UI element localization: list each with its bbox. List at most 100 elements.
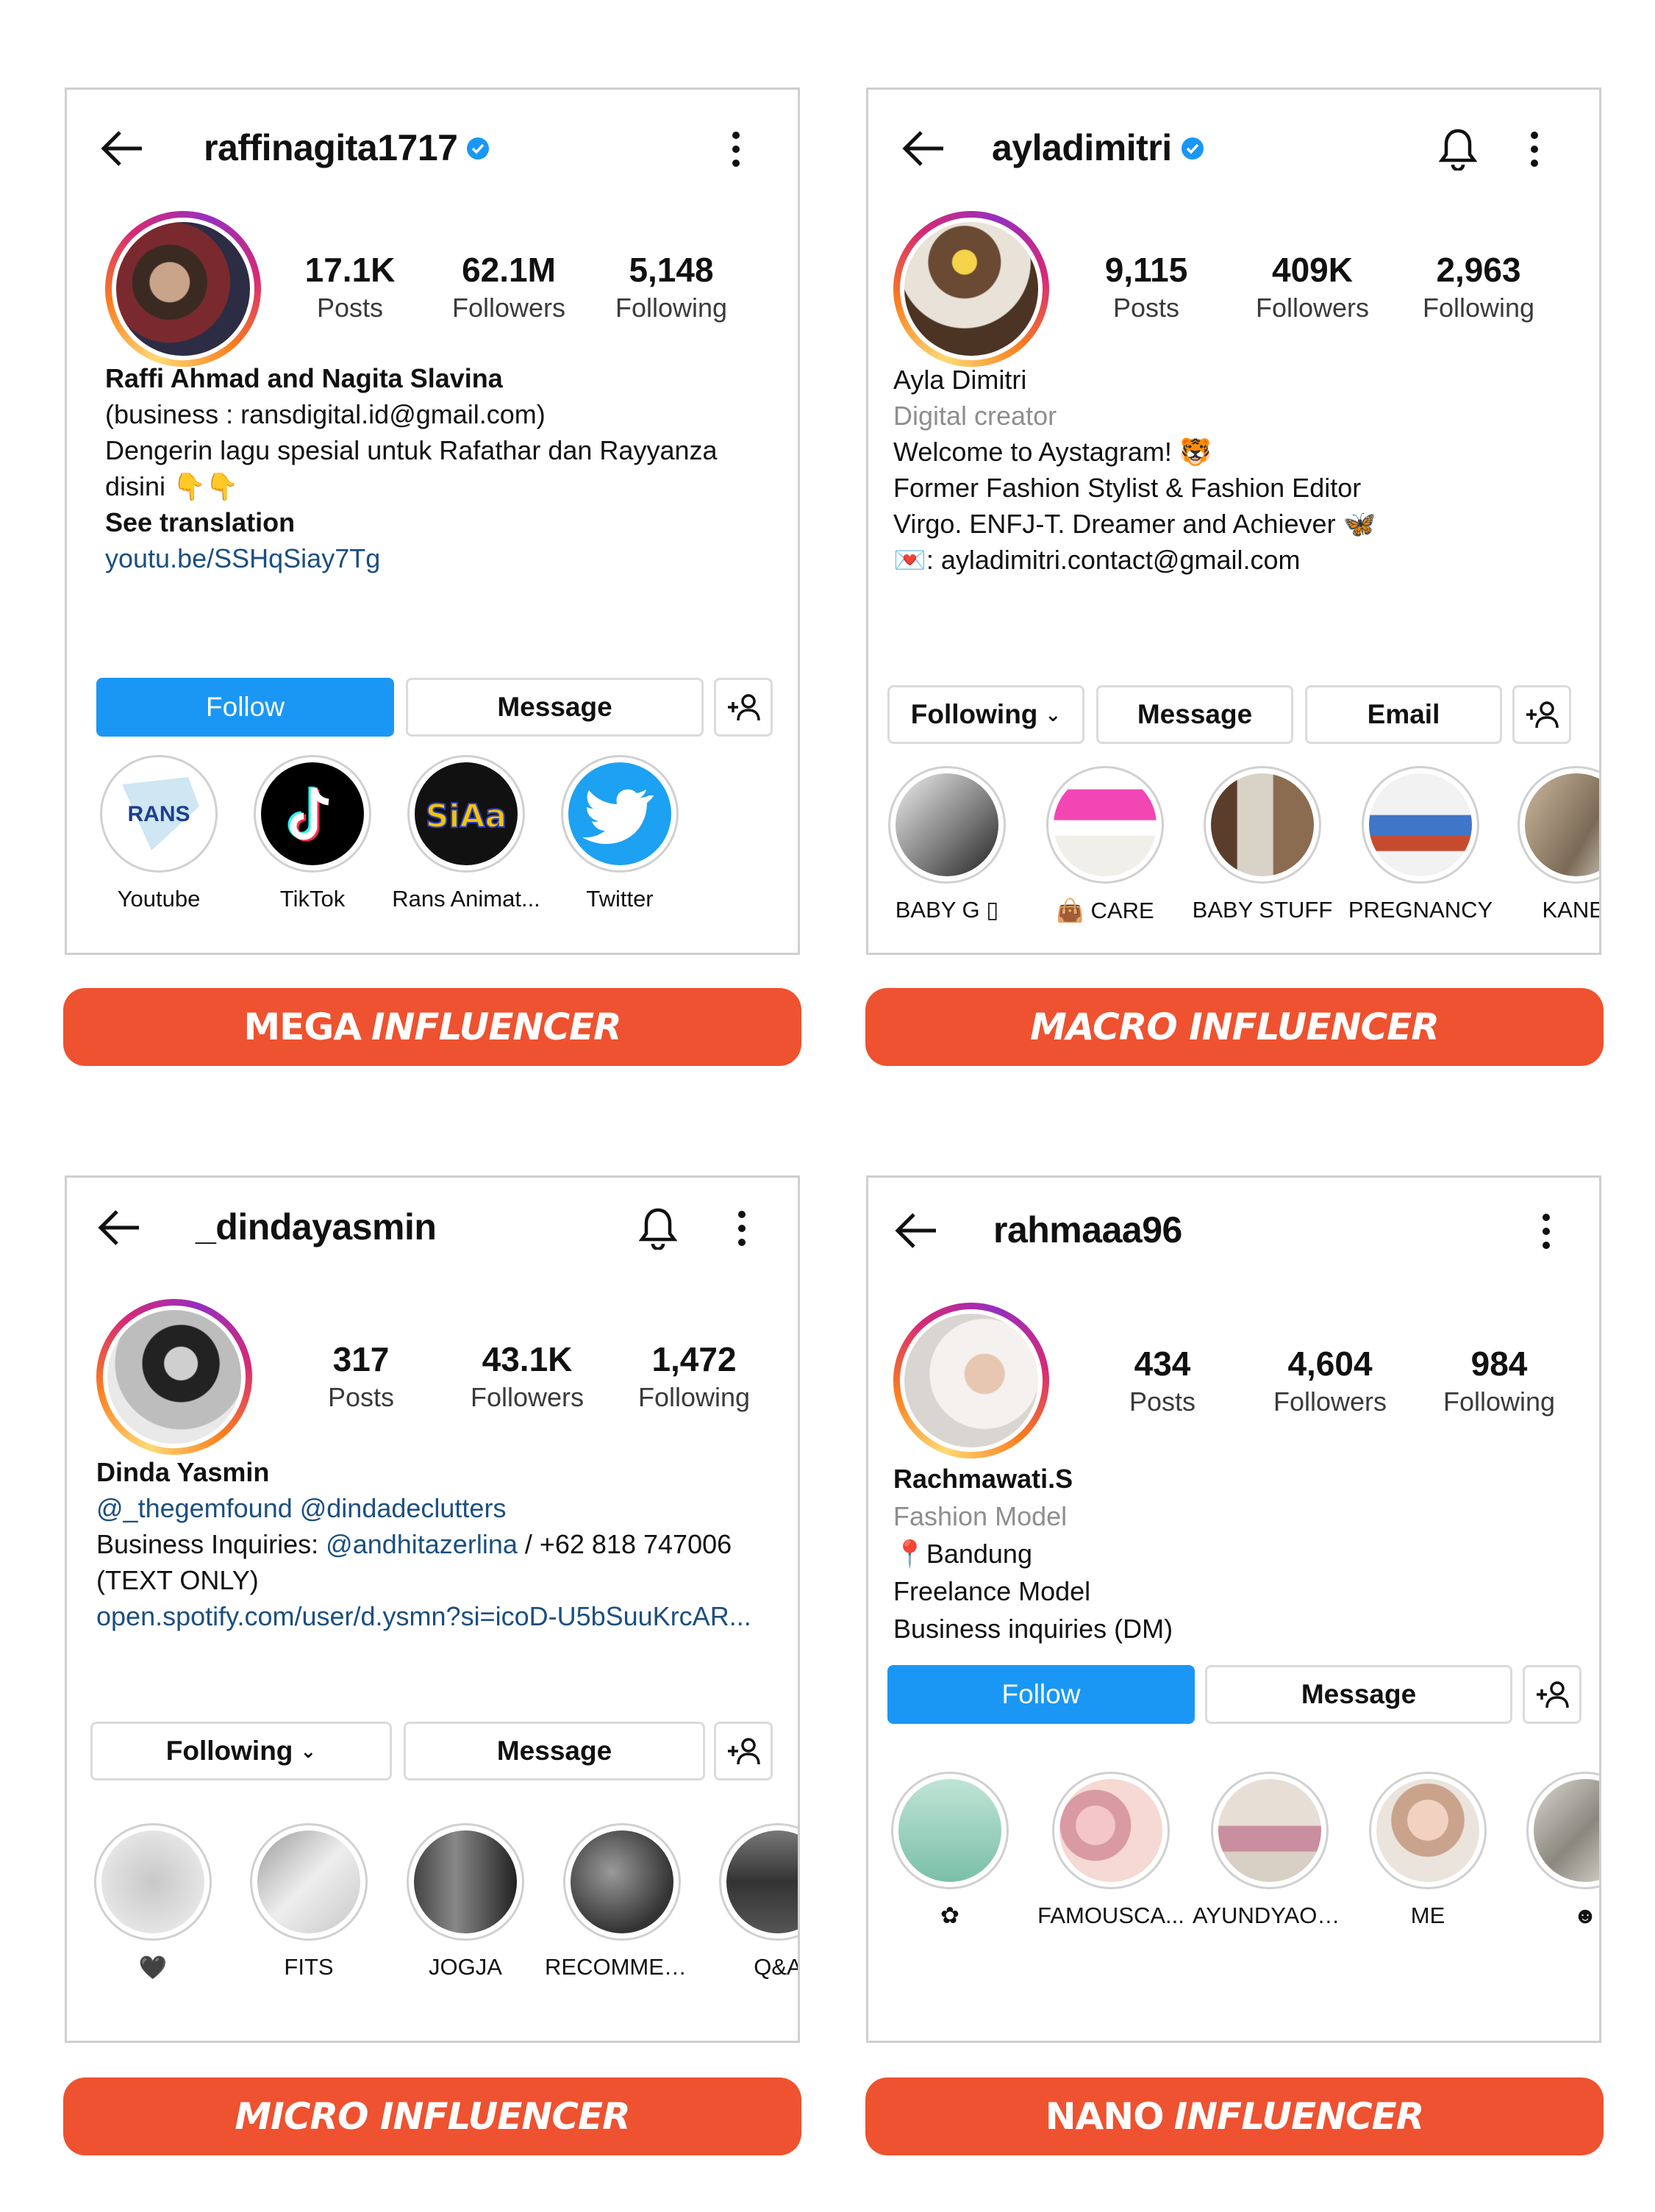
followers-stat[interactable]: 43.1K Followers	[446, 1339, 608, 1413]
followers-label: Followers	[470, 1382, 585, 1412]
highlight-item[interactable]: ✿	[873, 1772, 1027, 1929]
profile-avatar[interactable]	[96, 1299, 252, 1455]
profile-avatar[interactable]	[893, 211, 1049, 367]
highlight-item[interactable]: FAMOUSCA...	[1034, 1772, 1188, 1929]
highlight-item[interactable]: SiAa Rans Animat...	[389, 755, 543, 912]
message-button[interactable]: Message	[404, 1722, 705, 1780]
highlight-item[interactable]: PREGNANCY	[1343, 766, 1498, 923]
more-options-icon[interactable]	[1540, 1213, 1552, 1250]
highlight-label: BABY G ▯	[895, 897, 999, 923]
highlight-item[interactable]: RECOMMEN...	[545, 1823, 699, 1980]
follow-button[interactable]: Follow	[96, 678, 394, 737]
notification-bell-icon[interactable]	[639, 1206, 677, 1250]
posts-label: Posts	[1129, 1386, 1196, 1417]
highlight-item[interactable]: JOGJA	[388, 1823, 543, 1980]
following-stat[interactable]: 1,472 Following	[613, 1339, 775, 1413]
followers-stat[interactable]: 409K Followers	[1232, 250, 1393, 323]
message-button[interactable]: Message	[1205, 1665, 1512, 1724]
bio-mention-link[interactable]: @andhitazerlina	[326, 1529, 518, 1559]
profile-avatar[interactable]	[105, 211, 261, 367]
following-label: Following	[615, 293, 728, 323]
highlight-item[interactable]: RANS Youtube	[82, 755, 236, 912]
followers-count: 409K	[1272, 251, 1353, 289]
message-button[interactable]: Message	[1096, 685, 1293, 744]
category-banner-nano: NANO INFLUENCER	[865, 2077, 1604, 2155]
following-stat[interactable]: 2,963 Following	[1398, 250, 1559, 323]
suggest-user-button[interactable]	[714, 678, 773, 737]
highlight-item[interactable]: KANEI	[1499, 766, 1599, 923]
highlight-label: ☻	[1573, 1903, 1598, 1928]
highlight-label: KANEI	[1542, 897, 1599, 923]
posts-stat[interactable]: 9,115 Posts	[1065, 250, 1227, 323]
bio-link[interactable]: open.spotify.com/user/d.ysmn?si=icoD-U5b…	[96, 1598, 751, 1634]
following-label: Following	[1443, 1386, 1556, 1417]
add-person-icon	[1526, 701, 1559, 729]
profile-avatar[interactable]	[893, 1303, 1049, 1458]
add-person-icon	[728, 694, 760, 721]
highlight-item[interactable]: BABY STUFF	[1185, 766, 1340, 923]
bio-name: Rachmawati.S	[893, 1464, 1073, 1494]
following-label: Following	[637, 1382, 751, 1412]
following-dropdown-button[interactable]: Following ⌄	[887, 685, 1084, 744]
followers-count: 43.1K	[482, 1340, 573, 1378]
profile-card-micro: _dindayasmin 317 Posts 43.1K Followers 1,4…	[65, 1175, 800, 2043]
bio-name: Raffi Ahmad and Nagita Slavina	[105, 363, 503, 393]
followers-stat[interactable]: 62.1M Followers	[428, 250, 590, 323]
tiktok-icon	[287, 787, 329, 842]
notification-bell-icon[interactable]	[1439, 126, 1477, 171]
highlight-label: TikTok	[279, 886, 346, 912]
back-arrow-icon[interactable]	[99, 128, 145, 169]
followers-stat[interactable]: 4,604 Followers	[1249, 1344, 1411, 1417]
bio-name: Ayla Dimitri	[893, 365, 1027, 395]
posts-stat[interactable]: 317 Posts	[280, 1339, 442, 1413]
bio-line: (business : ransdigital.id@gmail.com)	[105, 399, 546, 429]
highlight-item[interactable]: 👜 CARE	[1028, 766, 1182, 924]
posts-stat[interactable]: 434 Posts	[1082, 1344, 1243, 1417]
bio-line: Dengerin lagu spesial untuk Rafathar dan…	[105, 435, 718, 465]
more-options-icon[interactable]	[1529, 131, 1540, 168]
see-translation-link[interactable]: See translation	[105, 504, 718, 540]
banner-text: MEGA	[243, 1006, 362, 1048]
following-dropdown-button[interactable]: Following ⌄	[90, 1722, 392, 1780]
back-arrow-icon[interactable]	[893, 1210, 939, 1251]
highlight-item[interactable]: ☻	[1508, 1772, 1599, 1929]
highlight-item[interactable]: BABY G ▯	[870, 766, 1024, 923]
suggest-user-button[interactable]	[1512, 685, 1571, 744]
highlight-label: 🖤	[138, 1955, 168, 1980]
highlight-label: RECOMMEN...	[545, 1954, 699, 1980]
more-options-icon[interactable]	[736, 1210, 748, 1247]
following-stat[interactable]: 5,148 Following	[590, 250, 752, 323]
follow-button[interactable]: Follow	[887, 1665, 1195, 1724]
following-button-label: Following	[910, 699, 1038, 729]
back-arrow-icon[interactable]	[96, 1207, 142, 1248]
bio-link[interactable]: youtu.be/SSHqSiay7Tg	[105, 540, 718, 576]
highlight-label: JOGJA	[429, 1954, 502, 1980]
bio-line: Virgo. ENFJ-T. Dreamer and Achiever 🦋	[893, 509, 1376, 539]
profile-card-mega: raffinagita1717 17.1K Posts 62.1M Follower…	[65, 87, 800, 955]
highlight-item[interactable]: 🖤	[76, 1823, 230, 1981]
following-count: 2,963	[1436, 251, 1521, 289]
following-stat[interactable]: 984 Following	[1418, 1344, 1580, 1417]
siaa-logo-icon: SiAa	[425, 797, 508, 836]
back-arrow-icon[interactable]	[901, 128, 946, 169]
following-label: Following	[1422, 293, 1535, 323]
highlight-item[interactable]: Twitter	[543, 755, 697, 912]
highlight-item[interactable]: AYUNDYAOF...	[1193, 1772, 1347, 1929]
bio-line: disini 👇👇	[105, 471, 239, 501]
message-button[interactable]: Message	[406, 678, 704, 737]
bio-line: Freelance Model	[893, 1576, 1091, 1606]
suggest-user-button[interactable]	[1523, 1665, 1581, 1724]
highlight-item[interactable]: ME	[1351, 1772, 1505, 1929]
posts-stat[interactable]: 17.1K Posts	[269, 250, 431, 323]
highlight-item[interactable]: Q&A	[701, 1823, 798, 1980]
suggest-user-button[interactable]	[714, 1722, 773, 1780]
highlight-item[interactable]: TikTok	[235, 755, 390, 912]
bio-mentions[interactable]: @_thegemfound @dindadeclutters	[96, 1490, 751, 1526]
verified-badge-icon	[1181, 137, 1204, 160]
more-options-icon[interactable]	[730, 131, 742, 168]
email-button[interactable]: Email	[1305, 685, 1502, 744]
bio-line: Business Inquiries: @andhitazerlina / +6…	[96, 1526, 751, 1562]
followers-label: Followers	[451, 293, 566, 323]
highlight-item[interactable]: FITS	[232, 1823, 386, 1980]
highlight-label: ✿	[940, 1903, 959, 1928]
